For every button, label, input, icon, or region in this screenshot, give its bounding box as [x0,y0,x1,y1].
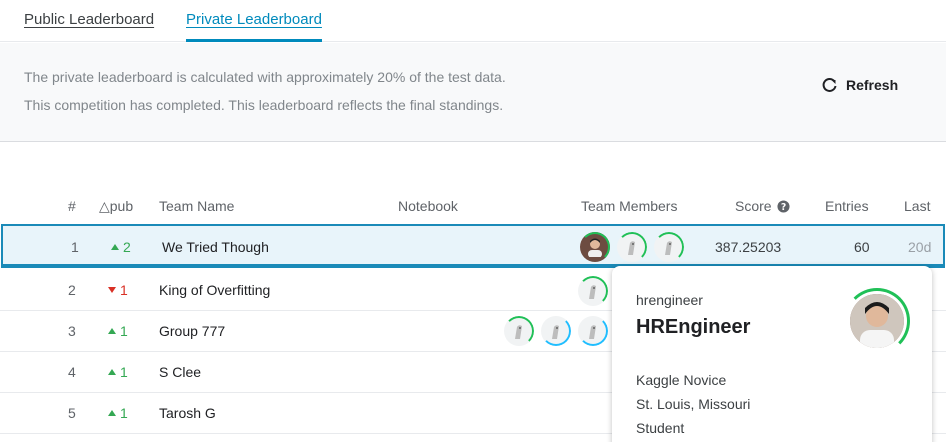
profile-occupation: Student [636,420,685,436]
member-avatar[interactable] [654,232,684,262]
col-entries: Entries [825,198,869,214]
member-avatar[interactable] [504,316,534,346]
member-avatar[interactable] [541,316,571,346]
help-circle-icon[interactable]: ? [777,200,790,213]
refresh-icon [822,77,837,92]
col-notebook: Notebook [398,198,458,214]
profile-avatar[interactable] [844,288,910,354]
col-team-members: Team Members [581,198,678,214]
down-arrow-icon [108,287,116,293]
row-team-name[interactable]: S Clee [159,364,201,380]
row-rank: 2 [68,282,76,298]
leaderboard-tabs: Public Leaderboard Private Leaderboard [0,0,946,42]
row-team-name[interactable]: We Tried Though [162,239,269,255]
row-score: 387.25203 [715,239,782,255]
profile-location: St. Louis, Missouri [636,396,751,412]
col-team-name: Team Name [159,198,235,214]
tab-private-leaderboard[interactable]: Private Leaderboard [186,11,322,28]
leaderboard-notice: The private leaderboard is calculated wi… [0,43,946,142]
col-delta-pub: △pub [99,198,134,214]
up-arrow-icon [108,328,116,334]
row-delta: 1 [108,405,128,421]
member-avatar[interactable] [617,232,647,262]
notice-line-private-data: The private leaderboard is calculated wi… [24,69,506,85]
row-rank: 3 [68,323,76,339]
profile-handle: hrengineer [636,292,703,308]
notice-line-completed: This competition has completed. This lea… [24,97,504,113]
row-last: 20d [908,239,932,255]
row-delta: 1 [108,282,128,298]
col-rank: # [68,198,76,214]
row-team-name[interactable]: King of Overfitting [159,282,270,298]
refresh-button[interactable]: Refresh [822,77,898,93]
row-rank: 1 [71,239,79,255]
row-delta: 2 [111,239,131,255]
row-delta: 1 [108,364,128,380]
member-avatar[interactable] [578,276,608,306]
row-rank: 5 [68,405,76,421]
table-row[interactable]: 1 2 We Tried Though 387.25203 60 20d [1,224,945,268]
profile-tier: Kaggle Novice [636,372,727,388]
up-arrow-icon [108,410,116,416]
col-last: Last [904,198,931,214]
member-avatar[interactable] [578,316,608,346]
table-header: # △pub Team Name Notebook Team Members S… [68,198,931,214]
active-tab-indicator [186,39,322,42]
refresh-label: Refresh [846,77,899,93]
row-rank: 4 [68,364,76,380]
tab-public-leaderboard[interactable]: Public Leaderboard [24,11,154,28]
row-team-name[interactable]: Group 777 [159,323,225,339]
svg-text:?: ? [781,202,786,213]
up-arrow-icon [108,369,116,375]
user-profile-card: hrengineer HREngineer Kaggle Novice St. … [612,266,932,442]
row-delta: 1 [108,323,128,339]
row-team-name[interactable]: Tarosh G [159,405,216,421]
row-entries: 60 [854,239,870,255]
up-arrow-icon [111,244,119,250]
member-avatar[interactable] [580,232,610,262]
profile-display-name[interactable]: HREngineer [636,316,750,339]
